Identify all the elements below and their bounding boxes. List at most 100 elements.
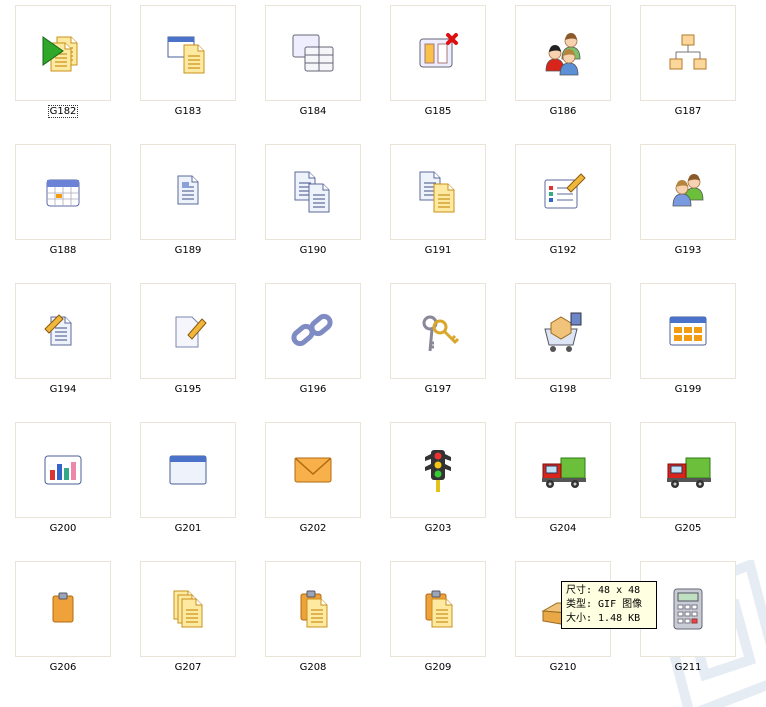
icon-file-g202[interactable]: G202 — [265, 422, 361, 542]
icon-file-g200[interactable]: G200 — [15, 422, 111, 542]
thumbnail-frame[interactable] — [140, 422, 236, 518]
icon-file-g194[interactable]: G194 — [15, 283, 111, 403]
file-name-label[interactable]: G192 — [515, 244, 611, 258]
document-edit-icon — [44, 314, 72, 346]
file-name-label[interactable]: G190 — [265, 244, 361, 258]
file-name-text: G197 — [424, 384, 452, 395]
hierarchy-icon — [669, 34, 707, 70]
file-name-label[interactable]: G188 — [15, 244, 111, 258]
icon-file-g182[interactable]: G182 — [15, 5, 111, 125]
calendar-icon — [46, 179, 80, 207]
thumbnail-frame[interactable] — [140, 144, 236, 240]
icon-file-g208[interactable]: G208 — [265, 561, 361, 681]
file-name-text: G211 — [674, 662, 702, 673]
icon-file-g198[interactable]: G198 — [515, 283, 611, 403]
thumbnail-frame[interactable] — [640, 283, 736, 379]
icon-file-g196[interactable]: G196 — [265, 283, 361, 403]
thumbnail-frame[interactable] — [640, 5, 736, 101]
thumbnail-frame[interactable] — [140, 561, 236, 657]
thumbnail-frame[interactable] — [15, 5, 111, 101]
thumbnail-frame[interactable] — [15, 144, 111, 240]
thumbnail-frame[interactable] — [390, 144, 486, 240]
file-name-label[interactable]: G197 — [390, 383, 486, 397]
file-name-label[interactable]: G189 — [140, 244, 236, 258]
icon-file-g188[interactable]: G188 — [15, 144, 111, 264]
thumbnail-frame[interactable] — [140, 283, 236, 379]
thumbnail-frame[interactable] — [265, 144, 361, 240]
thumbnail-frame[interactable] — [15, 283, 111, 379]
icon-file-g186[interactable]: G186 — [515, 5, 611, 125]
file-name-label[interactable]: G208 — [265, 661, 361, 675]
icon-file-g190[interactable]: G190 — [265, 144, 361, 264]
file-name-label[interactable]: G201 — [140, 522, 236, 536]
thumbnail-frame[interactable] — [15, 422, 111, 518]
icon-file-g183[interactable]: G183 — [140, 5, 236, 125]
icon-file-g203[interactable]: G203 — [390, 422, 486, 542]
tooltip-type: 类型: GIF 图像 — [566, 599, 643, 610]
thumbnail-frame[interactable] — [265, 5, 361, 101]
icon-file-g201[interactable]: G201 — [140, 422, 236, 542]
icon-file-g185[interactable]: G185 — [390, 5, 486, 125]
file-name-label[interactable]: G200 — [15, 522, 111, 536]
file-name-label[interactable]: G187 — [640, 105, 736, 119]
thumbnail-frame[interactable] — [515, 144, 611, 240]
file-name-label[interactable]: G194 — [15, 383, 111, 397]
file-name-label[interactable]: G211 — [640, 661, 736, 675]
icon-file-g199[interactable]: G199 — [640, 283, 736, 403]
thumbnail-frame[interactable] — [515, 283, 611, 379]
file-name-label[interactable]: G186 — [515, 105, 611, 119]
thumbnail-frame[interactable] — [390, 561, 486, 657]
icon-file-g195[interactable]: G195 — [140, 283, 236, 403]
file-name-label[interactable]: G198 — [515, 383, 611, 397]
file-name-label[interactable]: G196 — [265, 383, 361, 397]
file-name-text: G187 — [674, 106, 702, 117]
file-name-label[interactable]: G183 — [140, 105, 236, 119]
thumbnail-frame[interactable] — [265, 422, 361, 518]
icon-file-g204[interactable]: G204 — [515, 422, 611, 542]
icon-file-g187[interactable]: G187 — [640, 5, 736, 125]
file-name-label[interactable]: G207 — [140, 661, 236, 675]
thumbnail-frame[interactable] — [390, 422, 486, 518]
file-name-label[interactable]: G204 — [515, 522, 611, 536]
thumbnail-frame[interactable] — [265, 283, 361, 379]
bar-chart-icon — [44, 455, 82, 485]
table-copy-icon — [292, 34, 334, 72]
thumbnail-frame[interactable] — [390, 5, 486, 101]
file-name-text: G185 — [424, 106, 452, 117]
icon-file-g206[interactable]: G206 — [15, 561, 111, 681]
thumbnail-frame[interactable] — [15, 561, 111, 657]
thumbnail-frame[interactable] — [390, 283, 486, 379]
file-name-label[interactable]: G195 — [140, 383, 236, 397]
icon-file-g191[interactable]: G191 — [390, 144, 486, 264]
thumbnail-frame[interactable] — [640, 144, 736, 240]
file-name-label[interactable]: G205 — [640, 522, 736, 536]
icon-file-g192[interactable]: G192 — [515, 144, 611, 264]
file-name-text: G186 — [549, 106, 577, 117]
file-name-label[interactable]: G182 — [15, 105, 111, 119]
file-name-label[interactable]: G184 — [265, 105, 361, 119]
thumbnail-frame[interactable] — [515, 5, 611, 101]
blank-edit-icon — [175, 316, 207, 348]
icon-file-g205[interactable]: G205 — [640, 422, 736, 542]
thumbnail-frame[interactable] — [265, 561, 361, 657]
icon-file-g207[interactable]: G207 — [140, 561, 236, 681]
icon-file-g189[interactable]: G189 — [140, 144, 236, 264]
file-name-label[interactable]: G199 — [640, 383, 736, 397]
file-name-label[interactable]: G193 — [640, 244, 736, 258]
file-name-label[interactable]: G203 — [390, 522, 486, 536]
file-name-label[interactable]: G206 — [15, 661, 111, 675]
thumbnail-frame[interactable] — [515, 422, 611, 518]
icon-file-g193[interactable]: G193 — [640, 144, 736, 264]
icon-file-g184[interactable]: G184 — [265, 5, 361, 125]
file-name-label[interactable]: G191 — [390, 244, 486, 258]
tooltip-filesize: 大小: 1.48 KB — [566, 613, 641, 624]
file-name-label[interactable]: G185 — [390, 105, 486, 119]
file-name-label[interactable]: G209 — [390, 661, 486, 675]
traffic-light-icon — [425, 450, 451, 492]
thumbnail-frame[interactable] — [140, 5, 236, 101]
icon-file-g209[interactable]: G209 — [390, 561, 486, 681]
icon-file-g197[interactable]: G197 — [390, 283, 486, 403]
thumbnail-frame[interactable] — [640, 422, 736, 518]
file-name-label[interactable]: G202 — [265, 522, 361, 536]
file-name-label[interactable]: G210 — [515, 661, 611, 675]
